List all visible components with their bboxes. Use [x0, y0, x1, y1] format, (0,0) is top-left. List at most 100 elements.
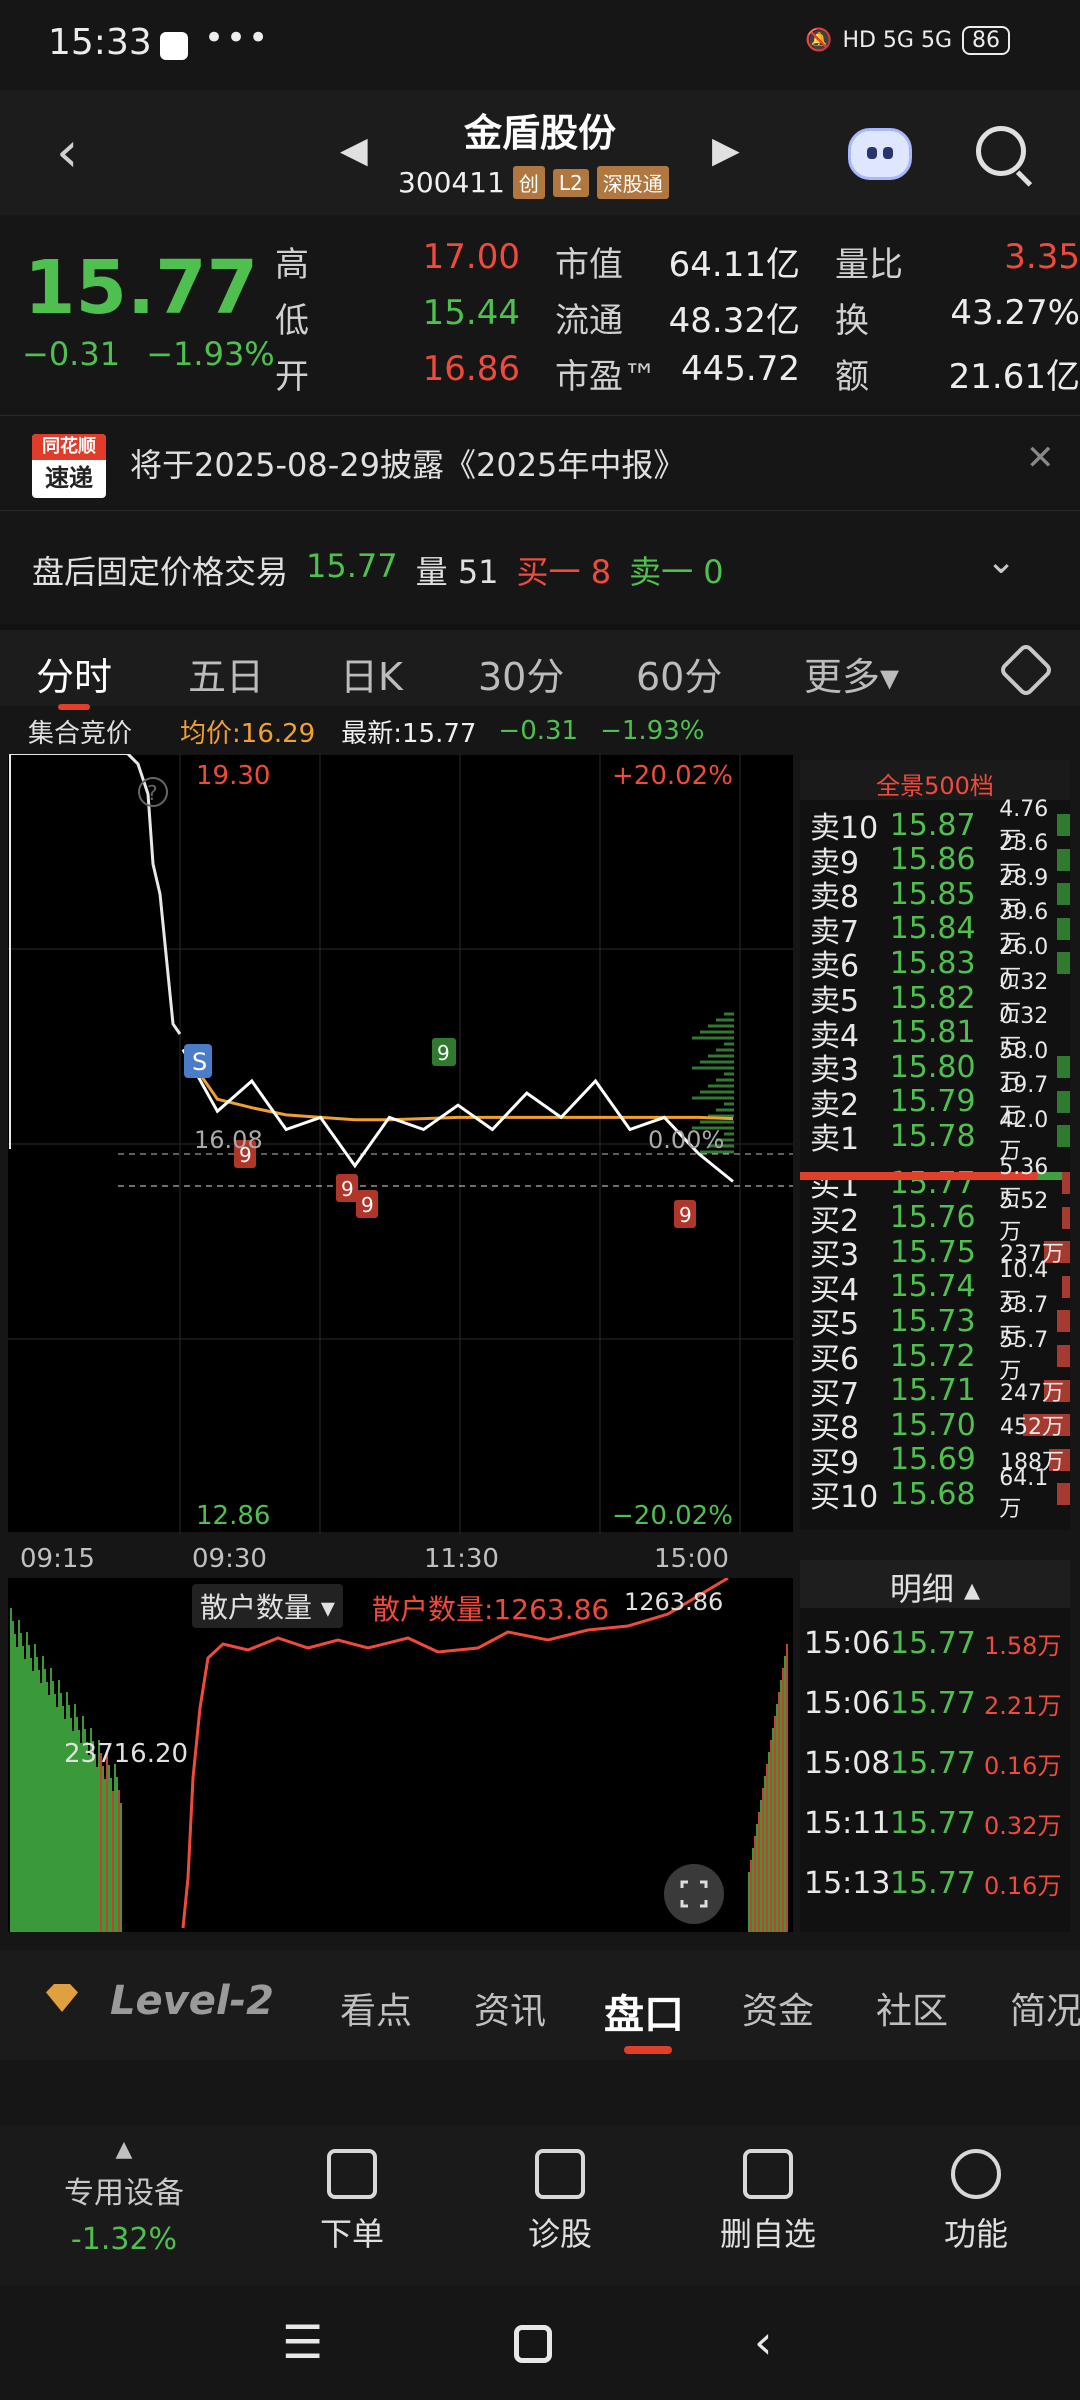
minus-box-icon — [743, 2149, 793, 2199]
level-label: 买10 — [810, 1480, 879, 1516]
level-label: 卖1 — [810, 1122, 860, 1158]
bid-row[interactable]: 买10 15.68 64.1万 — [810, 1466, 1070, 1522]
close-bar — [774, 1716, 776, 1932]
trade-volume: 0.16万 — [984, 1872, 1062, 1900]
functions-button[interactable]: 功能 — [896, 2149, 1056, 2255]
auction-bar — [60, 1693, 62, 1932]
level-price: 15.86 — [889, 842, 976, 878]
close-bar — [758, 1812, 760, 1932]
tab-highlights[interactable]: 看点 — [340, 1982, 412, 2034]
level-price: 15.80 — [889, 1049, 976, 1085]
tab-community[interactable]: 社区 — [876, 1982, 948, 2034]
price-change: −0.31 — [22, 335, 121, 373]
close-bar — [776, 1704, 778, 1932]
stat-value: 16.86 — [422, 349, 520, 389]
back-nav-icon[interactable]: ‹ — [754, 2315, 772, 2369]
next-stock-icon[interactable]: ▶ — [712, 130, 740, 171]
level2-brand[interactable]: Level-2 — [110, 1978, 274, 2024]
expand-icon[interactable] — [664, 1864, 724, 1924]
ai-assistant-icon[interactable] — [848, 128, 912, 180]
price-line — [181, 1048, 734, 1183]
after-hours-row[interactable]: 盘后固定价格交易 15.77 量 51 买一 8 卖一 0 ⌄ — [0, 510, 1080, 620]
stock-code-row: 300411 创 L2 深股通 — [398, 166, 669, 199]
stat-label: 换 — [835, 301, 869, 341]
diagnose-button[interactable]: 诊股 — [480, 2149, 640, 2255]
auction-bar — [116, 1777, 118, 1932]
auction-bar — [52, 1681, 54, 1932]
auction-bar — [16, 1647, 18, 1932]
chart-settings-icon[interactable] — [997, 641, 1055, 699]
auction-bar — [12, 1621, 14, 1932]
auction-bar — [48, 1695, 50, 1932]
auction-bar — [104, 1779, 106, 1932]
auction-bar — [102, 1766, 104, 1932]
auction-bar — [28, 1645, 30, 1932]
ask-row[interactable]: 卖1 15.78 42.0万 — [810, 1108, 1070, 1164]
trade-details[interactable]: 明细 ▴ 15:06 15.77 1.58万 15:06 15.77 2.21万 15:08… — [800, 1560, 1070, 1932]
order-book[interactable]: 全景500档 卖10 15.87 4.76万 卖9 15.86 23.6万 卖8 15.85 2… — [800, 760, 1070, 1530]
chevron-down-icon[interactable]: ⌄ — [986, 541, 1016, 582]
prev-stock-icon[interactable]: ◀ — [340, 130, 368, 171]
level-price: 15.69 — [890, 1442, 976, 1478]
tab-60min[interactable]: 60分 — [636, 646, 722, 701]
tab-order-book[interactable]: 盘口 — [604, 1982, 684, 2040]
tab-news[interactable]: 资讯 — [474, 1982, 546, 2034]
level-volume: 452万 — [1000, 1415, 1064, 1441]
more-notifications-icon: ••• — [204, 18, 271, 58]
trade-time: 15:06 — [804, 1686, 891, 1721]
tab-more[interactable]: 更多▾ — [804, 646, 899, 701]
buy1-value: 8 — [590, 553, 612, 591]
retail-count-chart[interactable]: 23716.20 1263.86 散户数量 ▾ 散户数量:1263.86 — [8, 1576, 793, 1932]
trade-volume: 0.32万 — [984, 1812, 1062, 1840]
order-button[interactable]: 下单 — [272, 2149, 432, 2255]
auction-bar — [38, 1670, 40, 1932]
trade-details-head[interactable]: 明细 ▴ — [800, 1560, 1070, 1608]
tab-5day[interactable]: 五日 — [188, 646, 264, 701]
auction-volume-bars — [10, 1608, 122, 1932]
tab-intraday[interactable]: 分时 — [36, 646, 112, 701]
home-icon[interactable] — [514, 2325, 552, 2363]
indicator-dropdown[interactable]: 散户数量 ▾ — [192, 1584, 343, 1628]
auction-bar — [54, 1694, 56, 1932]
latest-price: 最新:15.77 — [341, 718, 477, 749]
close-bar — [782, 1668, 784, 1932]
close-bar — [752, 1848, 754, 1932]
level-price: 15.78 — [889, 1118, 976, 1154]
tab-funds[interactable]: 资金 — [742, 1982, 814, 2034]
search-icon[interactable] — [976, 126, 1026, 176]
quote-panel: 15.77 −0.31 −1.93% 高 17.00 低 15.44 开 16.86 市值 6… — [0, 215, 1080, 415]
trade-time: 15:06 — [804, 1626, 891, 1661]
notice-banner[interactable]: 同花顺 速递 将于2025-08-29披露《2025年中报》 ✕ — [0, 415, 1080, 507]
tab-indicator — [624, 2046, 672, 2054]
close-bar — [748, 1872, 750, 1932]
close-icon[interactable]: ✕ — [1026, 438, 1055, 478]
level-price: 15.85 — [889, 876, 976, 912]
level-price: 15.75 — [890, 1234, 976, 1270]
level2-tab-bar: Level-2 看点 资讯 盘口 资金 社区 简况 — [0, 1950, 1080, 2060]
recents-icon[interactable]: ☰ — [282, 2315, 323, 2369]
nine-marker-text: 9 — [679, 1203, 692, 1227]
level-price: 15.87 — [889, 807, 976, 843]
zero-pct-label: 0.00% — [648, 1126, 724, 1154]
trade-price: 15.77 — [890, 1866, 976, 1901]
close-bar — [754, 1836, 756, 1932]
sector-button[interactable]: ▲ 专用设备 -1.32% — [44, 2137, 204, 2257]
tab-30min[interactable]: 30分 — [478, 646, 564, 701]
intraday-chart[interactable]: S 9 9 9 9 9 ? 19.30 +20.02% 12.86 −20.02… — [8, 752, 793, 1534]
s-marker-text: S — [192, 1048, 207, 1076]
auction-bar — [108, 1765, 110, 1932]
tab-daily-k[interactable]: 日K — [340, 646, 403, 701]
nine-marker-text: 9 — [341, 1177, 354, 1201]
top-pct-label: +20.02% — [612, 761, 733, 791]
tab-profile[interactable]: 简况 — [1010, 1982, 1080, 2034]
pct-change: −1.93% — [146, 335, 275, 373]
stat-label: 开 — [275, 357, 309, 397]
trade-volume: 0.16万 — [984, 1752, 1062, 1780]
stat-label: 高 — [275, 245, 309, 285]
order-book-head[interactable]: 全景500档 — [800, 760, 1070, 800]
remove-watchlist-button[interactable]: 删自选 — [688, 2149, 848, 2255]
auction-bar — [40, 1683, 42, 1932]
level-price: 15.70 — [890, 1407, 976, 1443]
auction-bar — [112, 1791, 114, 1932]
mute-icon: 🔕 — [805, 28, 833, 53]
